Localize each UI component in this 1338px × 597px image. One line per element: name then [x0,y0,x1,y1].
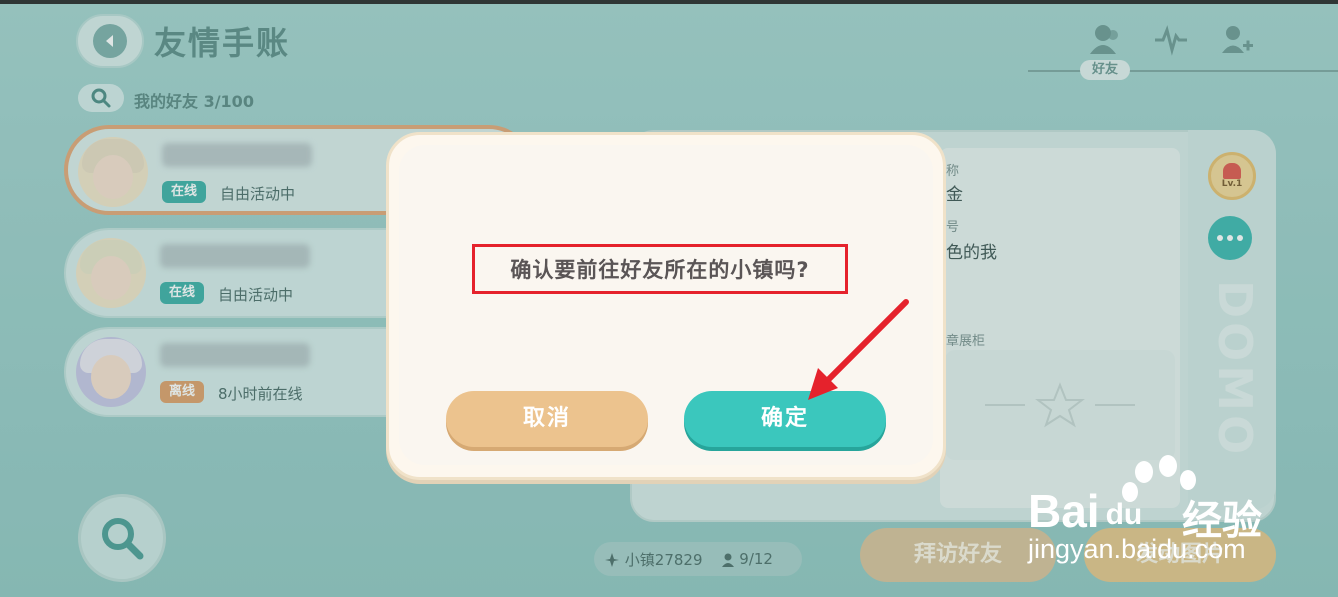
confirm-button[interactable]: 确定 [684,391,886,447]
dialog-message: 确认要前往好友所在的小镇吗? [472,244,848,294]
cancel-button[interactable]: 取消 [446,391,648,447]
watermark-url: jingyan.baidu.com [1028,534,1246,564]
watermark-brand-part: Bai [1028,485,1100,537]
watermark: Bai du 经验 jingyan.baidu.com [1026,454,1338,594]
